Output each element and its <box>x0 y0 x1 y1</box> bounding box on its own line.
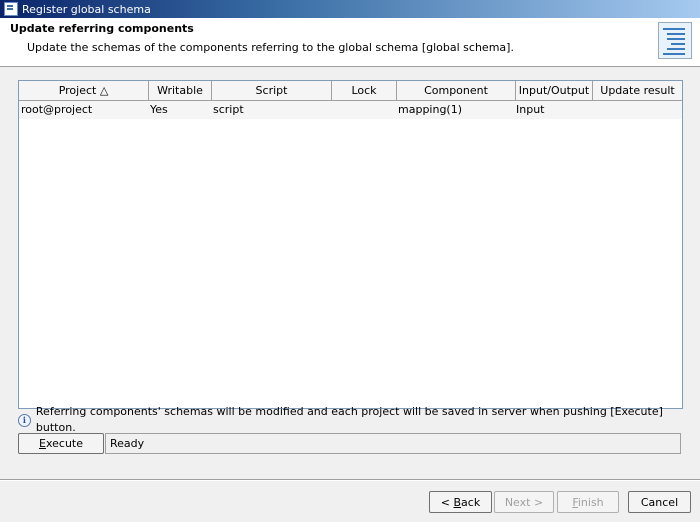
column-header-script[interactable]: Script <box>212 81 332 100</box>
cancel-button[interactable]: Cancel <box>628 491 691 513</box>
status-field: Ready <box>105 433 681 454</box>
app-window-icon <box>4 2 18 16</box>
page-title: Update referring components <box>10 22 194 35</box>
next-button[interactable]: Next > <box>494 491 554 513</box>
info-text: Referring components' schemas will be mo… <box>35 405 663 434</box>
cell-script: script <box>213 103 244 116</box>
components-table[interactable]: Project △ Writable Script Lock Component… <box>18 80 683 409</box>
window-title: Register global schema <box>22 2 151 16</box>
column-header-lock[interactable]: Lock <box>332 81 397 100</box>
page-description: Update the schemas of the components ref… <box>27 41 514 54</box>
column-header-writable[interactable]: Writable <box>149 81 212 100</box>
column-header-input-output[interactable]: Input/Output <box>516 81 593 100</box>
cell-input-output: Input <box>516 103 545 116</box>
column-header-update-result[interactable]: Update result <box>593 81 682 100</box>
cell-lock <box>333 101 335 119</box>
execute-button[interactable]: Execute <box>18 433 104 454</box>
cell-component: mapping(1) <box>398 103 463 116</box>
table-row[interactable]: root@project Yes script mapping(1) Input <box>19 101 682 119</box>
cell-writable: Yes <box>150 103 168 116</box>
column-header-project[interactable]: Project △ <box>19 81 149 100</box>
title-bar: Register global schema <box>0 0 700 18</box>
info-icon: i <box>18 413 31 427</box>
info-message: i Referring components' schemas will be … <box>18 405 700 434</box>
cell-project: root@project <box>21 103 93 116</box>
table-header: Project △ Writable Script Lock Component… <box>19 81 682 101</box>
wizard-header: Update referring components Update the s… <box>0 18 700 67</box>
column-header-component[interactable]: Component <box>397 81 516 100</box>
back-button[interactable]: < Back <box>429 491 492 513</box>
finish-button[interactable]: Finish <box>557 491 619 513</box>
schema-tree-icon <box>658 22 692 59</box>
cell-update-result <box>593 101 595 119</box>
footer-separator <box>0 479 700 481</box>
